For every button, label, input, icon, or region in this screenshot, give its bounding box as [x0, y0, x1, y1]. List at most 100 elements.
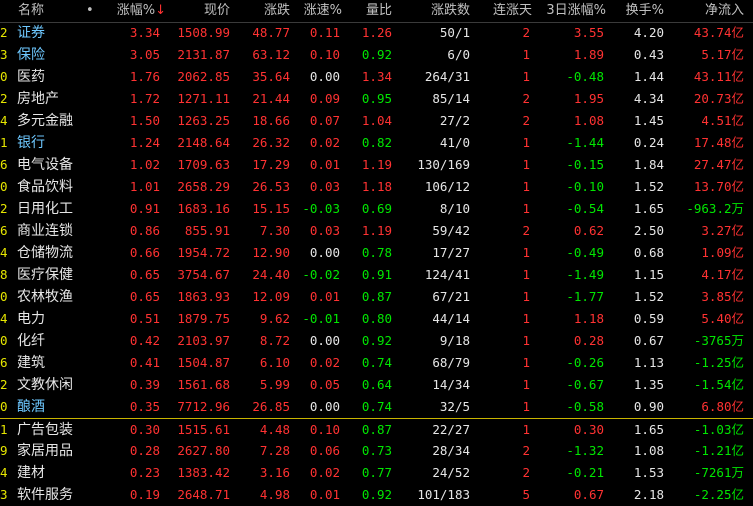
change-pct: 0.65 — [129, 267, 160, 282]
turnover: 1.35 — [633, 377, 664, 392]
row-index: 3 — [0, 47, 8, 62]
speed: 0.03 — [309, 223, 340, 238]
row-index: 8 — [0, 267, 8, 282]
table-row[interactable]: 2 证券 3.34 1508.99 48.77 0.11 1.26 50/1 2 3.55 4.20… — [0, 22, 753, 44]
volume-ratio: 0.77 — [361, 465, 392, 480]
sector-name: 文教休闲 — [17, 377, 73, 393]
consecutive-up-days: 1 — [522, 135, 530, 150]
three-day-change: 3.55 — [573, 25, 604, 40]
net-inflow: 5.40亿 — [701, 311, 744, 326]
price: 1954.72 — [177, 245, 230, 260]
table-row[interactable]: 4 建材 0.23 1383.42 3.16 0.02 0.77 24/52 2 -0.21 1.5… — [0, 462, 753, 484]
header-speed[interactable]: 涨速% — [292, 0, 342, 22]
net-inflow: 43.74亿 — [693, 25, 744, 40]
three-day-change: -0.10 — [566, 179, 604, 194]
table-row[interactable]: 6 电气设备 1.02 1709.63 17.29 0.01 1.19 130/169 1 -0.… — [0, 154, 753, 176]
table-row[interactable]: 6 商业连锁 0.86 855.91 7.30 0.03 1.19 59/42 2 0.62 2.5… — [0, 220, 753, 242]
header-volume-ratio[interactable]: 量比 — [345, 0, 392, 22]
price: 2627.80 — [177, 443, 230, 458]
table-row[interactable]: 0 医药 1.76 2062.85 35.64 0.00 1.34 264/31 1 -0.48 1… — [0, 66, 753, 88]
speed: 0.06 — [309, 443, 340, 458]
change-pct: 0.41 — [129, 355, 160, 370]
turnover: 1.52 — [633, 289, 664, 304]
three-day-change: -0.49 — [566, 245, 604, 260]
consecutive-up-days: 1 — [522, 311, 530, 326]
row-index: 0 — [0, 69, 8, 84]
net-inflow: -1.21亿 — [693, 443, 744, 458]
volume-ratio: 1.34 — [361, 69, 392, 84]
row-index: 4 — [0, 245, 8, 260]
net-inflow: -1.25亿 — [693, 355, 744, 370]
table-row[interactable]: 0 化纤 0.42 2103.97 8.72 0.00 0.92 9/18 1 0.28 0.67 -… — [0, 330, 753, 352]
table-row[interactable]: 3 保险 3.05 2131.87 63.12 0.10 0.92 6/0 1 1.89 0.43 5… — [0, 44, 753, 66]
consecutive-up-days: 2 — [522, 443, 530, 458]
sector-name: 化纤 — [17, 333, 45, 349]
table-row[interactable]: 0 食品饮料 1.01 2658.29 26.53 0.03 1.18 106/12 1 -0.1… — [0, 176, 753, 198]
price: 1709.63 — [177, 157, 230, 172]
table-row[interactable]: 0 农林牧渔 0.65 1863.93 12.09 0.01 0.87 67/21 1 -1.77… — [0, 286, 753, 308]
change: 63.12 — [252, 47, 290, 62]
consecutive-up-days: 2 — [522, 223, 530, 238]
up-down-count: 27/2 — [439, 113, 470, 128]
price: 1271.11 — [177, 91, 230, 106]
header-turnover[interactable]: 换手% — [614, 0, 664, 22]
row-index: 6 — [0, 157, 8, 172]
volume-ratio: 0.95 — [361, 91, 392, 106]
three-day-change: -0.15 — [566, 157, 604, 172]
consecutive-up-days: 1 — [522, 245, 530, 260]
turnover: 1.65 — [633, 422, 664, 437]
table-row[interactable]: 1 广告包装 0.30 1515.61 4.48 0.10 0.87 22/27 1 0.30 1.… — [0, 418, 753, 440]
turnover: 1.52 — [633, 179, 664, 194]
header-net-inflow[interactable]: 净流入 — [672, 0, 744, 22]
table-row[interactable]: 2 日用化工 0.91 1683.16 15.15 -0.03 0.69 8/10 1 -0.54… — [0, 198, 753, 220]
net-inflow: -1.03亿 — [693, 422, 744, 437]
change: 5.99 — [259, 377, 290, 392]
change: 7.28 — [259, 443, 290, 458]
change: 26.85 — [252, 399, 290, 414]
volume-ratio: 0.92 — [361, 333, 392, 348]
consecutive-up-days: 1 — [522, 69, 530, 84]
change-pct: 1.76 — [129, 69, 160, 84]
change-pct: 0.39 — [129, 377, 160, 392]
change-pct: 0.42 — [129, 333, 160, 348]
table-row[interactable]: 4 仓储物流 0.66 1954.72 12.90 0.00 0.78 17/27 1 -0.49… — [0, 242, 753, 264]
header-consecutive-up-days[interactable]: 连涨天 — [472, 0, 532, 22]
three-day-change: 0.30 — [573, 422, 604, 437]
row-index: 2 — [0, 91, 8, 106]
sector-name: 证券 — [17, 25, 45, 41]
sector-name: 广告包装 — [17, 422, 73, 438]
table-row[interactable]: 8 医疗保健 0.65 3754.67 24.40 -0.02 0.91 124/41 1 -1.… — [0, 264, 753, 286]
table-row[interactable]: 4 电力 0.51 1879.75 9.62 -0.01 0.80 44/14 1 1.18 0.5… — [0, 308, 753, 330]
speed: 0.00 — [309, 69, 340, 84]
price: 1515.61 — [177, 422, 230, 437]
header-price[interactable]: 现价 — [168, 0, 230, 22]
three-day-change: 0.67 — [573, 487, 604, 502]
consecutive-up-days: 1 — [522, 47, 530, 62]
header-change-pct[interactable]: 涨幅%↓ — [104, 0, 166, 22]
table-row[interactable]: 3 软件服务 0.19 2648.71 4.98 0.01 0.92 101/183 5 0.67… — [0, 484, 753, 506]
table-row[interactable]: 4 多元金融 1.50 1263.25 18.66 0.07 1.04 27/2 2 1.08 1.… — [0, 110, 753, 132]
row-index: 0 — [0, 333, 8, 348]
header-change[interactable]: 涨跌 — [240, 0, 290, 22]
header-up-down-count[interactable]: 涨跌数 — [400, 0, 470, 22]
table-row[interactable]: 1 银行 1.24 2148.64 26.32 0.02 0.82 41/0 1 -1.44 0.2… — [0, 132, 753, 154]
three-day-change: 1.89 — [573, 47, 604, 62]
table-row[interactable]: 2 文教休闲 0.39 1561.68 5.99 0.05 0.64 14/34 1 -0.67 1… — [0, 374, 753, 396]
table-row[interactable]: 9 家居用品 0.28 2627.80 7.28 0.06 0.73 28/34 2 -1.32 1… — [0, 440, 753, 462]
three-day-change: 0.62 — [573, 223, 604, 238]
consecutive-up-days: 5 — [522, 487, 530, 502]
volume-ratio: 0.82 — [361, 135, 392, 150]
table-row[interactable]: 2 房地产 1.72 1271.11 21.44 0.09 0.95 85/14 2 1.95 4.… — [0, 88, 753, 110]
header-three-day-change[interactable]: 3日涨幅% — [530, 0, 606, 22]
header-name[interactable]: 名称 — [18, 0, 78, 22]
change-pct: 3.34 — [129, 25, 160, 40]
header-dot-icon[interactable]: • — [86, 0, 96, 22]
speed: -0.02 — [302, 267, 340, 282]
up-down-count: 59/42 — [432, 223, 470, 238]
row-index: 9 — [0, 443, 8, 458]
table-row[interactable]: 6 建筑 0.41 1504.87 6.10 0.02 0.74 68/79 1 -0.26 1.1… — [0, 352, 753, 374]
table-row[interactable]: 0 酿酒 0.35 7712.96 26.85 0.00 0.74 32/5 1 -0.58 0.9… — [0, 396, 753, 418]
speed: 0.02 — [309, 355, 340, 370]
up-down-count: 9/18 — [439, 333, 470, 348]
sector-name: 电气设备 — [17, 157, 73, 173]
